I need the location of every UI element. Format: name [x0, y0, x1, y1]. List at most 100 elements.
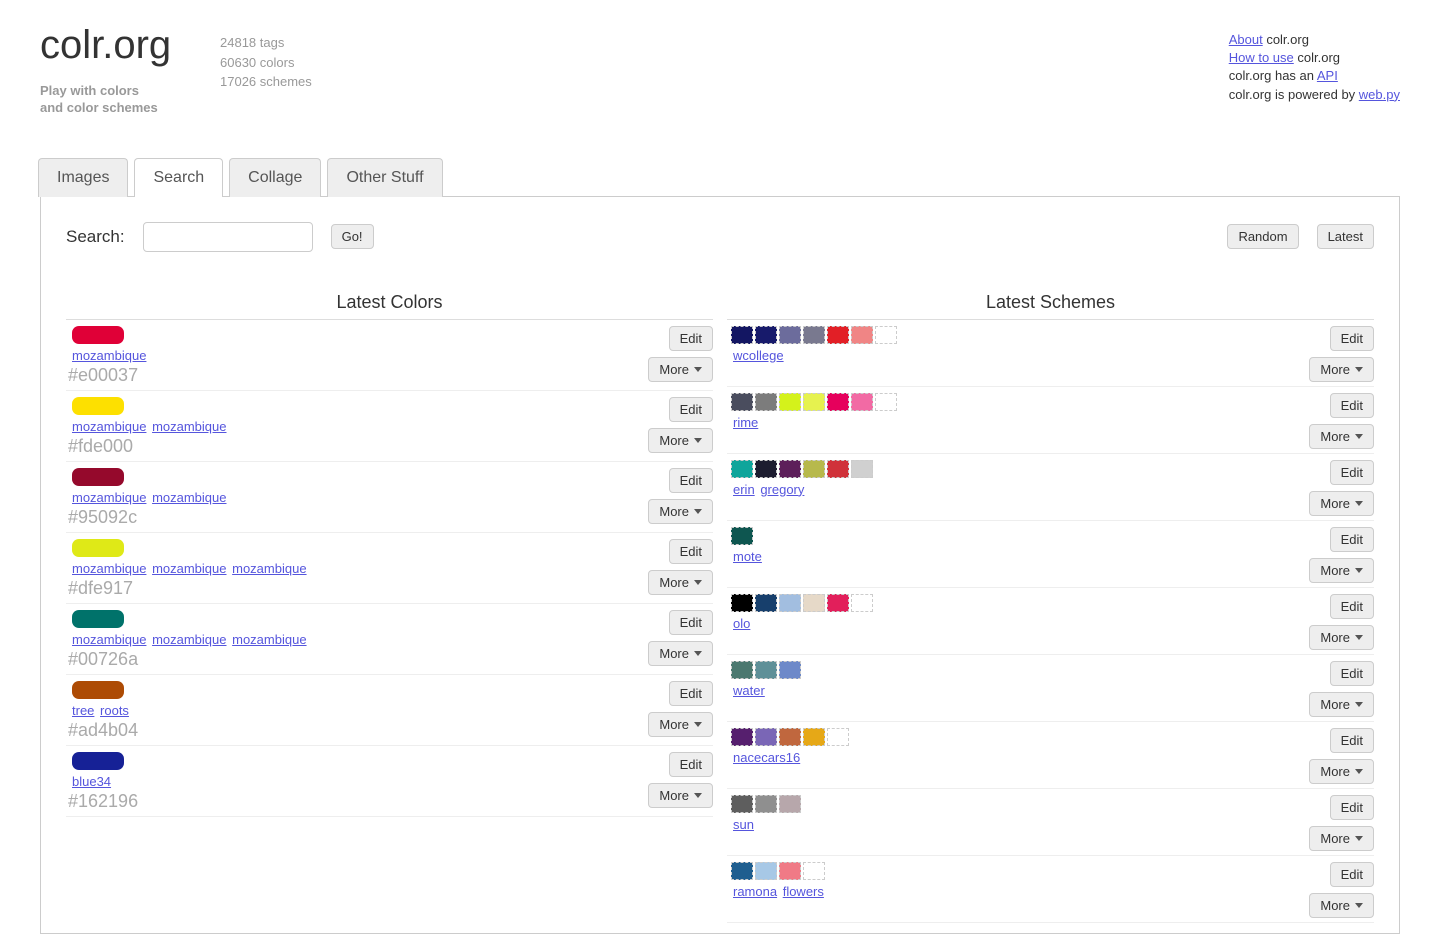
palette-swatch[interactable]	[803, 393, 825, 411]
tab-search[interactable]: Search	[134, 158, 223, 197]
tag-link[interactable]: water	[733, 683, 765, 698]
powered-link[interactable]: web.py	[1359, 87, 1400, 102]
tag-link[interactable]: rime	[733, 415, 758, 430]
edit-button[interactable]: Edit	[1330, 795, 1374, 820]
tag-link[interactable]: flowers	[783, 884, 824, 899]
edit-button[interactable]: Edit	[1330, 728, 1374, 753]
color-swatch[interactable]	[72, 397, 124, 415]
palette-swatch[interactable]	[851, 460, 873, 478]
palette-swatch[interactable]	[827, 460, 849, 478]
scheme-palette[interactable]	[731, 661, 1309, 679]
more-button[interactable]: More	[1309, 491, 1374, 516]
palette-swatch[interactable]	[755, 594, 777, 612]
palette-swatch[interactable]	[779, 393, 801, 411]
more-button[interactable]: More	[1309, 692, 1374, 717]
tag-link[interactable]: mozambique	[152, 632, 226, 647]
palette-swatch[interactable]	[731, 393, 753, 411]
tag-link[interactable]: mozambique	[232, 561, 306, 576]
tag-link[interactable]: mozambique	[72, 632, 146, 647]
palette-swatch[interactable]	[803, 326, 825, 344]
palette-swatch[interactable]	[803, 460, 825, 478]
tag-link[interactable]: ramona	[733, 884, 777, 899]
more-button[interactable]: More	[648, 783, 713, 808]
edit-button[interactable]: Edit	[1330, 527, 1374, 552]
color-swatch[interactable]	[72, 681, 124, 699]
edit-button[interactable]: Edit	[669, 681, 713, 706]
palette-swatch[interactable]	[731, 594, 753, 612]
edit-button[interactable]: Edit	[1330, 661, 1374, 686]
more-button[interactable]: More	[1309, 893, 1374, 918]
palette-swatch[interactable]	[731, 728, 753, 746]
palette-swatch[interactable]	[779, 460, 801, 478]
api-link[interactable]: API	[1317, 68, 1338, 83]
tag-link[interactable]: mozambique	[152, 419, 226, 434]
about-link[interactable]: About	[1229, 32, 1263, 47]
scheme-palette[interactable]	[731, 527, 1309, 545]
color-swatch[interactable]	[72, 539, 124, 557]
palette-swatch[interactable]	[755, 728, 777, 746]
color-swatch[interactable]	[72, 752, 124, 770]
palette-swatch[interactable]	[755, 661, 777, 679]
palette-swatch[interactable]	[875, 393, 897, 411]
palette-swatch[interactable]	[851, 393, 873, 411]
more-button[interactable]: More	[648, 428, 713, 453]
tag-link[interactable]: mozambique	[72, 561, 146, 576]
palette-swatch[interactable]	[779, 728, 801, 746]
palette-swatch[interactable]	[827, 728, 849, 746]
tag-link[interactable]: mozambique	[152, 561, 226, 576]
scheme-palette[interactable]	[731, 795, 1309, 813]
tag-link[interactable]: tree	[72, 703, 94, 718]
search-input[interactable]	[143, 222, 313, 252]
edit-button[interactable]: Edit	[669, 326, 713, 351]
more-button[interactable]: More	[1309, 759, 1374, 784]
more-button[interactable]: More	[648, 570, 713, 595]
palette-swatch[interactable]	[827, 326, 849, 344]
tag-link[interactable]: mozambique	[72, 348, 146, 363]
tag-link[interactable]: mozambique	[152, 490, 226, 505]
tab-other[interactable]: Other Stuff	[327, 158, 442, 197]
palette-swatch[interactable]	[803, 594, 825, 612]
tag-link[interactable]: gregory	[760, 482, 804, 497]
edit-button[interactable]: Edit	[1330, 393, 1374, 418]
palette-swatch[interactable]	[755, 326, 777, 344]
more-button[interactable]: More	[648, 712, 713, 737]
scheme-palette[interactable]	[731, 393, 1309, 411]
howto-link[interactable]: How to use	[1229, 50, 1294, 65]
palette-swatch[interactable]	[827, 594, 849, 612]
tag-link[interactable]: sun	[733, 817, 754, 832]
palette-swatch[interactable]	[755, 795, 777, 813]
more-button[interactable]: More	[1309, 357, 1374, 382]
palette-swatch[interactable]	[731, 460, 753, 478]
tag-link[interactable]: olo	[733, 616, 750, 631]
edit-button[interactable]: Edit	[669, 397, 713, 422]
tag-link[interactable]: nacecars16	[733, 750, 800, 765]
edit-button[interactable]: Edit	[1330, 594, 1374, 619]
palette-swatch[interactable]	[851, 326, 873, 344]
scheme-palette[interactable]	[731, 594, 1309, 612]
color-swatch[interactable]	[72, 326, 124, 344]
edit-button[interactable]: Edit	[669, 610, 713, 635]
tag-link[interactable]: blue34	[72, 774, 111, 789]
more-button[interactable]: More	[1309, 558, 1374, 583]
edit-button[interactable]: Edit	[1330, 460, 1374, 485]
palette-swatch[interactable]	[779, 862, 801, 880]
palette-swatch[interactable]	[731, 795, 753, 813]
tag-link[interactable]: mozambique	[72, 490, 146, 505]
scheme-palette[interactable]	[731, 728, 1309, 746]
palette-swatch[interactable]	[779, 326, 801, 344]
random-button[interactable]: Random	[1227, 224, 1298, 249]
more-button[interactable]: More	[648, 641, 713, 666]
latest-button[interactable]: Latest	[1317, 224, 1374, 249]
more-button[interactable]: More	[1309, 424, 1374, 449]
edit-button[interactable]: Edit	[669, 752, 713, 777]
palette-swatch[interactable]	[779, 594, 801, 612]
more-button[interactable]: More	[1309, 625, 1374, 650]
palette-swatch[interactable]	[731, 326, 753, 344]
tag-link[interactable]: mote	[733, 549, 762, 564]
go-button[interactable]: Go!	[331, 224, 374, 249]
palette-swatch[interactable]	[731, 661, 753, 679]
tag-link[interactable]: erin	[733, 482, 755, 497]
palette-swatch[interactable]	[803, 728, 825, 746]
tag-link[interactable]: wcollege	[733, 348, 784, 363]
palette-swatch[interactable]	[731, 527, 753, 545]
